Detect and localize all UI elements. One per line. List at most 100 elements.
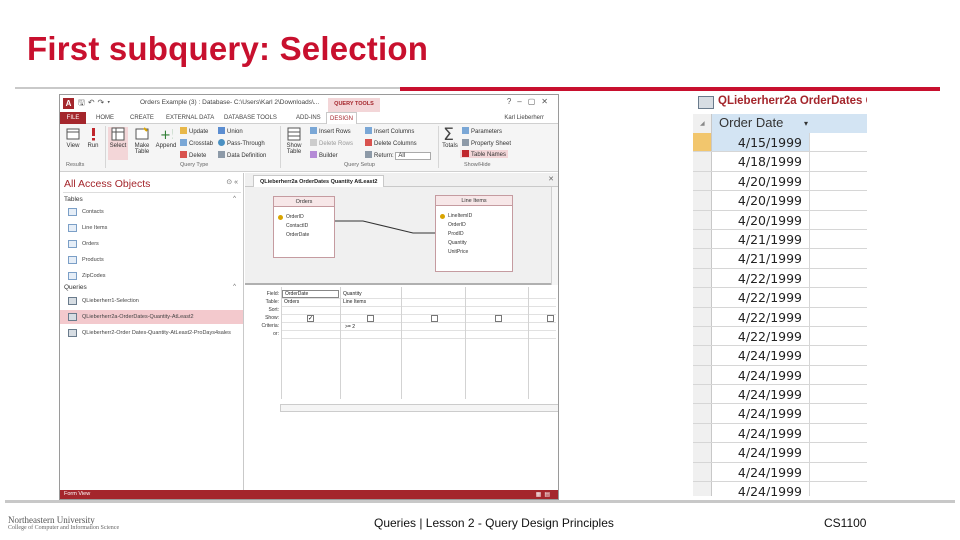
datasheet-row[interactable]: 4/22/1999	[693, 307, 867, 327]
datasheet-row[interactable]: 4/20/1999	[693, 191, 867, 211]
insert-rows-button[interactable]: Insert Rows	[310, 127, 351, 135]
row-selector[interactable]	[693, 462, 712, 482]
order-date-cell[interactable]: 4/24/1999	[712, 404, 810, 423]
show-checkbox[interactable]	[547, 315, 554, 322]
table-line-items-cell[interactable]: Line Items	[343, 299, 366, 305]
datasheet-row[interactable]: 4/24/1999	[693, 443, 867, 463]
order-date-cell[interactable]: 4/15/1999	[712, 133, 810, 152]
insert-columns-button[interactable]: Insert Columns	[365, 127, 414, 135]
show-checkbox[interactable]	[367, 315, 374, 322]
row-selector[interactable]	[693, 191, 712, 210]
qbe-column[interactable]	[528, 287, 529, 399]
show-checkbox[interactable]	[431, 315, 438, 322]
table-orders-cell[interactable]: Orders	[284, 299, 299, 305]
datasheet-row[interactable]: 4/20/1999	[693, 171, 867, 192]
nav-item-table[interactable]: Line Items	[60, 221, 243, 235]
column-header-order-date[interactable]: Order Date ▾	[712, 114, 867, 133]
select-all-button[interactable]: ◢	[693, 114, 712, 133]
qbe-column[interactable]	[340, 287, 341, 399]
order-date-cell[interactable]: 4/24/1999	[712, 385, 810, 404]
nav-item-query[interactable]: QLieberherr1-Selection	[60, 294, 243, 308]
order-date-cell[interactable]: 4/24/1999	[712, 462, 810, 482]
pass-through-button[interactable]: Pass-Through	[218, 139, 265, 147]
datasheet-row[interactable]: 4/15/1999	[693, 133, 867, 153]
horizontal-scrollbar[interactable]	[280, 404, 558, 412]
row-selector[interactable]	[693, 482, 712, 496]
row-selector[interactable]	[693, 346, 712, 365]
nav-item-query[interactable]: QLieberherr2-Order Dates-Quantity-AtLeas…	[60, 326, 243, 340]
row-selector[interactable]	[693, 171, 712, 191]
show-checkbox-checked[interactable]: ✓	[307, 315, 314, 322]
order-date-cell[interactable]: 4/24/1999	[712, 346, 810, 365]
tab-external-data[interactable]: EXTERNAL DATA	[166, 112, 214, 124]
order-date-cell[interactable]: 4/18/1999	[712, 152, 810, 171]
order-date-cell[interactable]: 4/24/1999	[712, 365, 810, 385]
tab-add-ins[interactable]: ADD-INS	[296, 112, 321, 124]
row-selector[interactable]	[693, 268, 712, 288]
delete-columns-button[interactable]: Delete Columns	[365, 139, 417, 147]
order-date-cell[interactable]: 4/22/1999	[712, 288, 810, 307]
nav-item-table[interactable]: Orders	[60, 237, 243, 251]
order-date-cell[interactable]: 4/21/1999	[712, 249, 810, 268]
order-date-cell[interactable]: 4/20/1999	[712, 210, 810, 229]
join-relationship-line[interactable]	[245, 187, 551, 285]
chevron-up-icon[interactable]: ^	[233, 284, 236, 290]
close-icon[interactable]: ✕	[548, 175, 554, 183]
show-checkbox[interactable]	[495, 315, 502, 322]
qbe-column[interactable]	[281, 287, 282, 399]
datasheet-row[interactable]: 4/24/1999	[693, 423, 867, 444]
row-selector[interactable]	[693, 423, 712, 443]
datasheet-row[interactable]: 4/22/1999	[693, 326, 867, 347]
table-names-button[interactable]: Table Names	[460, 150, 509, 158]
order-date-cell[interactable]: 4/22/1999	[712, 326, 810, 346]
order-date-cell[interactable]: 4/20/1999	[712, 191, 810, 210]
qbe-column[interactable]	[465, 287, 466, 399]
delete-rows-button[interactable]: Delete Rows	[310, 139, 353, 147]
append-button[interactable]: +! Append	[155, 127, 177, 149]
datasheet-row[interactable]: 4/20/1999	[693, 210, 867, 230]
order-date-cell[interactable]: 4/22/1999	[712, 307, 810, 326]
vertical-scrollbar[interactable]	[551, 187, 558, 285]
chevron-up-icon[interactable]: ^	[233, 196, 236, 202]
delete-query-button[interactable]: Delete	[180, 151, 206, 159]
row-selector[interactable]	[693, 288, 712, 307]
datasheet-row[interactable]: 4/18/1999	[693, 152, 867, 172]
order-date-cell[interactable]: 4/24/1999	[712, 443, 810, 462]
row-selector[interactable]	[693, 152, 712, 171]
nav-item-table[interactable]: Contacts	[60, 205, 243, 219]
order-date-cell[interactable]: 4/24/1999	[712, 423, 810, 443]
datasheet-row[interactable]: 4/22/1999	[693, 268, 867, 289]
nav-group-queries[interactable]: Queries	[64, 284, 87, 291]
run-button[interactable]: Run	[85, 127, 101, 149]
tab-home[interactable]: HOME	[96, 112, 114, 124]
crosstab-button[interactable]: Crosstab	[180, 139, 213, 147]
nav-item-table[interactable]: Products	[60, 253, 243, 267]
datasheet-row[interactable]: 4/24/1999	[693, 365, 867, 386]
totals-button[interactable]: Σ Totals	[441, 125, 459, 149]
qbe-column[interactable]	[401, 287, 402, 399]
datasheet-row[interactable]: 4/24/1999	[693, 482, 867, 496]
union-button[interactable]: Union	[218, 127, 243, 135]
datasheet-tab[interactable]: QLieberherr2a OrderDates Q	[693, 92, 867, 114]
row-selector[interactable]	[693, 307, 712, 326]
row-selector[interactable]	[693, 210, 712, 229]
datasheet-row[interactable]: 4/21/1999	[693, 249, 867, 269]
datasheet-row[interactable]: 4/24/1999	[693, 346, 867, 366]
nav-pane-controls[interactable]: ⊙ «	[226, 178, 238, 186]
nav-group-tables[interactable]: Tables	[64, 196, 83, 203]
row-selector[interactable]	[693, 365, 712, 385]
builder-button[interactable]: Builder	[310, 151, 338, 159]
document-tab[interactable]: QLieberherr2a OrderDates Quantity AtLeas…	[253, 175, 385, 187]
view-button[interactable]: View	[64, 127, 82, 149]
order-date-cell[interactable]: 4/22/1999	[712, 268, 810, 288]
field-quantity-cell[interactable]: Quantity	[343, 291, 362, 297]
return-select[interactable]: All	[395, 152, 432, 160]
row-selector[interactable]	[693, 229, 712, 249]
update-button[interactable]: Update	[180, 127, 208, 135]
datasheet-row[interactable]: 4/22/1999	[693, 288, 867, 308]
nav-item-table[interactable]: ZipCodes	[60, 269, 243, 283]
row-selector[interactable]	[693, 249, 712, 268]
data-definition-button[interactable]: Data Definition	[218, 151, 266, 159]
order-date-cell[interactable]: 4/24/1999	[712, 482, 810, 496]
criteria-quantity-cell[interactable]: >= 2	[345, 324, 355, 330]
